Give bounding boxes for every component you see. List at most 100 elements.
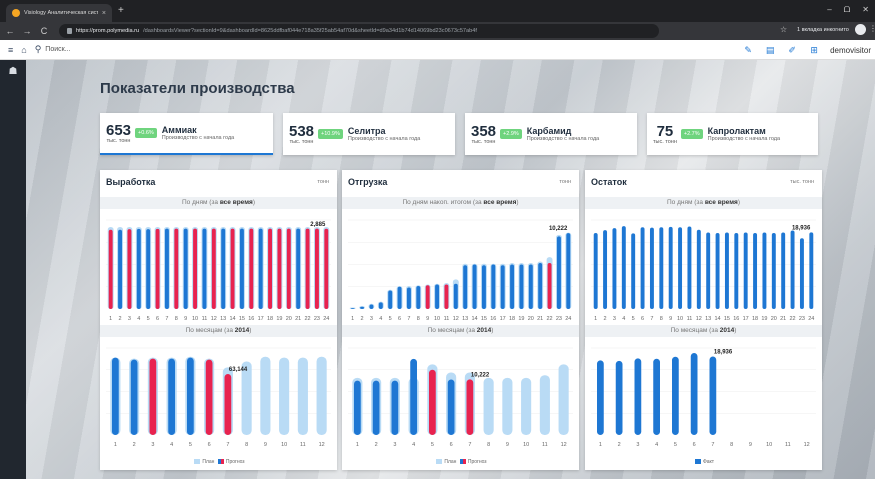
x-tick-label: 11 <box>542 442 548 448</box>
browser-tab[interactable]: Visiology Аналитическая систе... × <box>6 4 112 22</box>
value-bar <box>678 227 683 309</box>
new-tab-button[interactable]: + <box>118 5 124 16</box>
browser-menu-icon[interactable]: ⋮ <box>869 24 875 33</box>
x-tick-label: 5 <box>674 442 677 448</box>
monthly-header: По месяцам (за 2014) <box>100 325 337 337</box>
x-tick-label: 1 <box>114 442 117 448</box>
kpi-card-kaprolaktam[interactable]: 75 тыс. тонн +2.7% Капролактам Производств… <box>647 113 818 155</box>
x-tick-label: 1 <box>109 316 112 322</box>
x-tick-label: 20 <box>771 316 777 322</box>
search-input[interactable]: Поиск... <box>45 46 70 53</box>
kpi-unit: тыс. тонн <box>289 138 314 145</box>
value-bar <box>314 228 319 309</box>
value-bar <box>360 306 365 309</box>
search-icon[interactable]: ⚲ <box>35 44 42 55</box>
back-arrow-icon[interactable]: ← <box>3 26 17 36</box>
panel-title: Остаток <box>591 177 627 187</box>
value-bar <box>453 283 458 309</box>
x-tick-label: 18 <box>752 316 758 322</box>
forward-arrow-icon[interactable]: → <box>20 26 34 36</box>
value-bar <box>136 228 141 309</box>
value-bar <box>118 229 123 309</box>
plan-bar <box>316 356 327 435</box>
value-bar <box>435 284 440 309</box>
x-tick-label: 8 <box>660 316 663 322</box>
value-bar <box>463 265 468 309</box>
export-icon[interactable]: ▤ <box>764 45 776 56</box>
browser-tab-bar: Visiology Аналитическая систе... × + – ᗝ… <box>0 0 875 22</box>
x-tick-label: 3 <box>393 442 396 448</box>
x-tick-label: 22 <box>547 316 553 322</box>
value-bar <box>305 228 310 309</box>
x-tick-label: 14 <box>715 316 721 322</box>
value-bar <box>672 356 679 435</box>
close-window-button[interactable]: ✕ <box>862 5 869 15</box>
value-bar <box>510 264 515 309</box>
x-tick-label: 12 <box>319 442 325 448</box>
minimize-button[interactable]: – <box>827 5 831 15</box>
brush-icon[interactable]: ✎ <box>742 45 754 56</box>
x-tick-label: 3 <box>128 316 131 322</box>
reload-icon[interactable]: C <box>37 26 51 36</box>
x-tick-label: 23 <box>556 316 562 322</box>
users-icon[interactable]: ☗ <box>6 66 20 80</box>
x-tick-label: 14 <box>472 316 478 322</box>
x-tick-label: 10 <box>434 316 440 322</box>
data-label: 18,936 <box>714 350 733 356</box>
kpi-badge: +2.7% <box>680 129 703 139</box>
grid-icon[interactable]: ⊞ <box>808 45 820 56</box>
value-bar <box>466 379 474 435</box>
kpi-subtitle: Производство с начала года <box>526 136 600 142</box>
url-field[interactable]: https://prom.polymedia.ru /dashboardsVie… <box>59 24 659 38</box>
kpi-card-ammiak[interactable]: 653 тыс. тонн +0.6% Аммиак Производство с … <box>100 113 273 155</box>
x-tick-label: 5 <box>431 442 434 448</box>
value-bar <box>809 232 814 309</box>
x-tick-label: 24 <box>323 316 329 322</box>
incognito-icon[interactable] <box>855 24 866 35</box>
value-bar <box>164 228 169 309</box>
restore-button[interactable]: ᗝ <box>844 5 851 15</box>
kpi-card-karbamid[interactable]: 358 тыс. тонн +2.9% Карбамид Производство … <box>465 113 637 155</box>
kpi-unit: тыс. тонн <box>471 138 496 145</box>
x-tick-label: 19 <box>276 316 282 322</box>
x-tick-label: 7 <box>650 316 653 322</box>
kpi-value: 358 <box>471 122 497 140</box>
value-bar <box>187 357 194 435</box>
x-tick-label: 12 <box>453 316 459 322</box>
home-icon[interactable]: ⌂ <box>21 45 26 55</box>
plan-bar <box>297 357 308 435</box>
legend-swatch <box>436 459 443 465</box>
value-bar <box>127 229 132 309</box>
chart-svg: 1 2 3 4 5 6 7 8 9 10 11 1263,144 <box>106 347 331 448</box>
value-bar <box>416 286 421 309</box>
menu-icon[interactable]: ≡ <box>8 45 13 55</box>
tab-close-icon[interactable]: × <box>102 10 106 17</box>
left-rail: ☗ <box>0 60 26 479</box>
x-tick-label: 4 <box>622 316 625 322</box>
kpi-card-selitra[interactable]: 538 тыс. тонн +10.9% Селитра Производство … <box>283 113 455 155</box>
monthly-header: По месяцам (за 2014) <box>342 325 579 337</box>
panel-unit: тонн <box>559 179 571 185</box>
x-tick-label: 2 <box>375 442 378 448</box>
value-bar <box>239 228 244 309</box>
x-tick-label: 19 <box>761 316 767 322</box>
panel-vyrabotka: Выработка тонн По дням (за все время) 12… <box>100 170 337 470</box>
x-tick-label: 16 <box>248 316 254 322</box>
value-bar <box>130 359 138 435</box>
x-tick-label: 8 <box>245 442 248 448</box>
plan-bar <box>521 377 532 435</box>
value-bar <box>146 229 151 309</box>
x-tick-label: 9 <box>184 316 187 322</box>
user-name[interactable]: demovisitor <box>830 46 875 55</box>
x-tick-label: 18 <box>509 316 515 322</box>
x-tick-label: 1 <box>356 442 359 448</box>
chart-svg: 1 2 3 4 5 6 7 8 9 10 11 12 13 14 15 16 17 18 19 20 21 22 23 241… <box>348 219 573 322</box>
edit-icon[interactable]: ✐ <box>786 45 798 56</box>
x-tick-label: 24 <box>808 316 814 322</box>
bookmark-star-icon[interactable]: ☆ <box>780 25 787 34</box>
page-title: Показатели производства <box>100 80 295 97</box>
x-tick-label: 21 <box>537 316 543 322</box>
value-bar <box>649 227 654 309</box>
x-tick-label: 7 <box>711 442 714 448</box>
x-tick-label: 7 <box>407 316 410 322</box>
